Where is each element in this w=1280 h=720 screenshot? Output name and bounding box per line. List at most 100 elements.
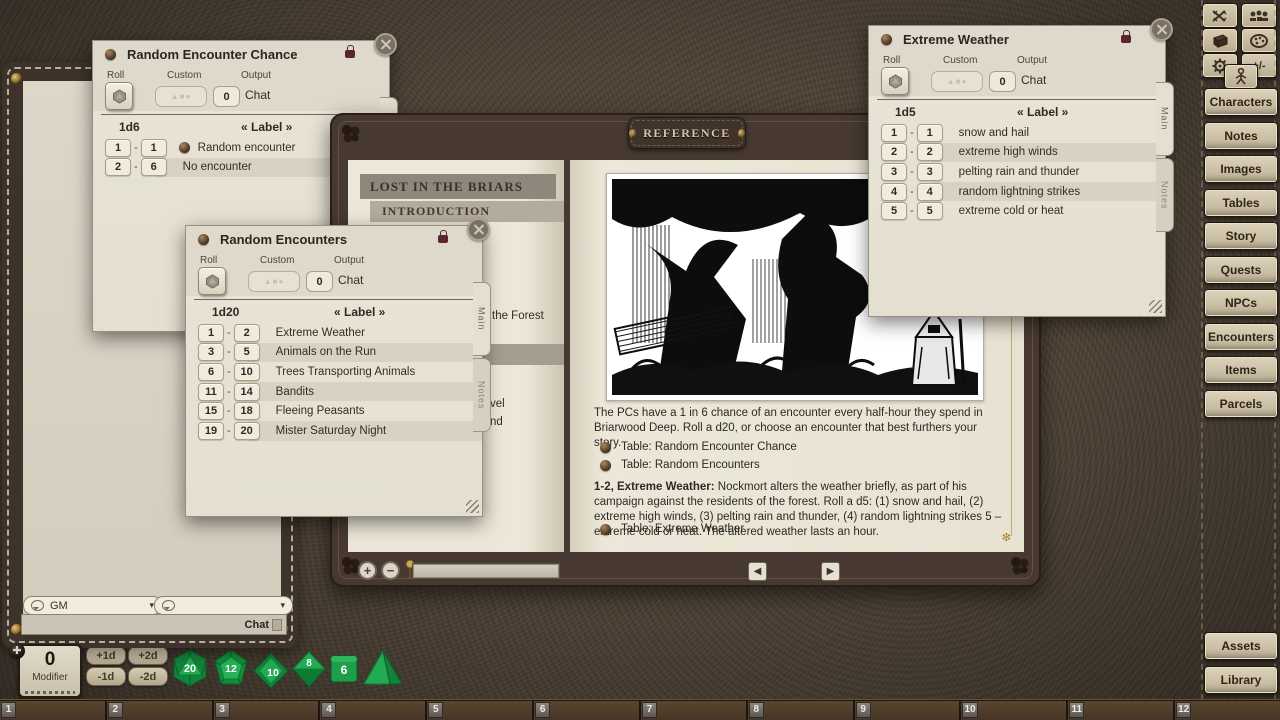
chat-send-label[interactable]: Chat: [245, 619, 269, 631]
add-die-button[interactable]: +1d: [86, 646, 126, 665]
range-from-field[interactable]: 15: [198, 402, 224, 420]
roll-button[interactable]: [198, 267, 226, 295]
range-to-field[interactable]: 6: [141, 158, 167, 176]
toc-entry-partial[interactable]: nd: [490, 416, 503, 428]
horizontal-scrollbar[interactable]: [412, 563, 560, 579]
range-to-field[interactable]: 2: [917, 143, 943, 161]
range-from-field[interactable]: 1: [198, 324, 224, 342]
custom-dice-buttons[interactable]: ▲■●: [931, 71, 983, 92]
table-row[interactable]: 19-20Mister Saturday Night: [198, 421, 482, 441]
previous-page-button[interactable]: ◀: [748, 562, 767, 581]
range-from-field[interactable]: 3: [198, 343, 224, 361]
table-row[interactable]: 1-1snow and hail: [881, 123, 1165, 143]
row-label[interactable]: pelting rain and thunder: [959, 166, 1080, 178]
d20-die[interactable]: 20: [170, 648, 210, 688]
hotkey-slot[interactable]: 8: [748, 701, 853, 720]
table-row[interactable]: 15-18Fleeing Peasants: [198, 401, 482, 421]
lock-icon[interactable]: [345, 50, 355, 58]
hotkey-slot[interactable]: 9: [855, 701, 960, 720]
sidebar-button-images[interactable]: Images: [1204, 155, 1278, 183]
sidebar-button-story[interactable]: Story: [1204, 222, 1278, 250]
close-icon[interactable]: [374, 33, 397, 56]
modifier-options-icon[interactable]: ✚: [9, 643, 25, 659]
roll-button[interactable]: [105, 82, 133, 110]
row-label[interactable]: Extreme Weather: [276, 327, 365, 339]
sidebar-button-quests[interactable]: Quests: [1204, 256, 1278, 284]
scrollbar-thumb[interactable]: [414, 565, 558, 577]
sidebar-button-items[interactable]: Items: [1204, 356, 1278, 384]
range-from-field[interactable]: 1: [105, 139, 131, 157]
tab-notes[interactable]: Notes: [473, 358, 491, 432]
toc-entry-partial[interactable]: vel: [490, 398, 505, 410]
range-to-field[interactable]: 2: [234, 324, 260, 342]
table-row[interactable]: 4-4random lightning strikes: [881, 182, 1165, 202]
table-row[interactable]: 2-2extreme high winds: [881, 143, 1165, 163]
hotkey-slot[interactable]: 2: [107, 701, 212, 720]
row-label[interactable]: Mister Saturday Night: [276, 425, 387, 437]
hotkey-slot[interactable]: 3: [214, 701, 319, 720]
sidebar-button-parcels[interactable]: Parcels: [1204, 390, 1278, 418]
table-row[interactable]: 3-3pelting rain and thunder: [881, 162, 1165, 182]
output-value[interactable]: Chat: [338, 273, 363, 287]
row-label[interactable]: extreme cold or heat: [959, 205, 1064, 217]
range-from-field[interactable]: 2: [881, 143, 907, 161]
row-label[interactable]: Fleeing Peasants: [276, 405, 365, 417]
range-to-field[interactable]: 1: [917, 124, 943, 142]
d6-die[interactable]: 6: [328, 653, 360, 685]
custom-modifier-box[interactable]: 0: [213, 86, 240, 107]
sidebar-button-npcs[interactable]: NPCs: [1204, 289, 1278, 317]
resize-handle[interactable]: [1149, 300, 1162, 313]
table-row[interactable]: 3-5Animals on the Run: [198, 343, 482, 363]
d12-die[interactable]: 12: [212, 649, 250, 687]
row-label[interactable]: snow and hail: [959, 127, 1029, 139]
sidebar-button-tables[interactable]: Tables: [1204, 189, 1278, 217]
table-row[interactable]: 5-5extreme cold or heat: [881, 201, 1165, 221]
table-row[interactable]: 6-10Trees Transporting Animals: [198, 362, 482, 382]
row-label[interactable]: Trees Transporting Animals: [276, 366, 416, 378]
sidebar-button-assets[interactable]: Assets: [1204, 632, 1278, 660]
hotkey-slot[interactable]: 5: [427, 701, 532, 720]
custom-dice-buttons[interactable]: ▲■●: [248, 271, 300, 292]
range-from-field[interactable]: 1: [881, 124, 907, 142]
range-from-field[interactable]: 3: [881, 163, 907, 181]
range-from-field[interactable]: 6: [198, 363, 224, 381]
remove-die-button[interactable]: -1d: [86, 667, 126, 686]
row-label[interactable]: No encounter: [183, 161, 252, 173]
table-link[interactable]: Table: Random Encounter Chance: [600, 441, 797, 453]
row-label[interactable]: extreme high winds: [959, 146, 1058, 158]
language-dropdown[interactable]: ▾: [154, 596, 293, 615]
range-from-field[interactable]: 19: [198, 422, 224, 440]
range-to-field[interactable]: 14: [234, 383, 260, 401]
zoom-out-button[interactable]: −: [381, 561, 400, 580]
table-link[interactable]: Table: Extreme Weather: [600, 523, 744, 535]
range-from-field[interactable]: 2: [105, 158, 131, 176]
sidebar-button-notes[interactable]: Notes: [1204, 122, 1278, 150]
modifier-box[interactable]: 0 Modifier: [18, 644, 82, 698]
table-row[interactable]: 1-2Extreme Weather: [198, 323, 482, 343]
d8-die[interactable]: 8: [290, 650, 328, 688]
tab-notes[interactable]: Notes: [1156, 158, 1174, 232]
book-title-plaque[interactable]: REFERENCE: [628, 117, 746, 149]
add-two-dice-button[interactable]: +2d: [128, 646, 168, 665]
chat-entry-field[interactable]: Chat: [21, 614, 287, 635]
hotkey-slot[interactable]: 1: [0, 701, 105, 720]
row-label[interactable]: Bandits: [276, 386, 314, 398]
range-to-field[interactable]: 5: [234, 343, 260, 361]
row-label[interactable]: Random encounter: [198, 142, 296, 154]
output-value[interactable]: Chat: [245, 88, 270, 102]
next-page-button[interactable]: ▶: [821, 562, 840, 581]
custom-dice-buttons[interactable]: ▲■●: [155, 86, 207, 107]
remove-two-dice-button[interactable]: -2d: [128, 667, 168, 686]
hotkey-slot[interactable]: 4: [320, 701, 425, 720]
roll-button[interactable]: [881, 67, 909, 95]
range-to-field[interactable]: 10: [234, 363, 260, 381]
resize-handle[interactable]: [466, 500, 479, 513]
range-to-field[interactable]: 18: [234, 402, 260, 420]
close-icon[interactable]: [1150, 18, 1173, 41]
custom-modifier-box[interactable]: 0: [989, 71, 1016, 92]
close-icon[interactable]: [467, 218, 490, 241]
toc-chapter-entry[interactable]: LOST IN THE BRIARS: [360, 174, 556, 199]
sidebar-button-library[interactable]: Library: [1204, 666, 1278, 694]
row-label[interactable]: Animals on the Run: [276, 346, 376, 358]
tab-main[interactable]: Main: [473, 282, 491, 356]
